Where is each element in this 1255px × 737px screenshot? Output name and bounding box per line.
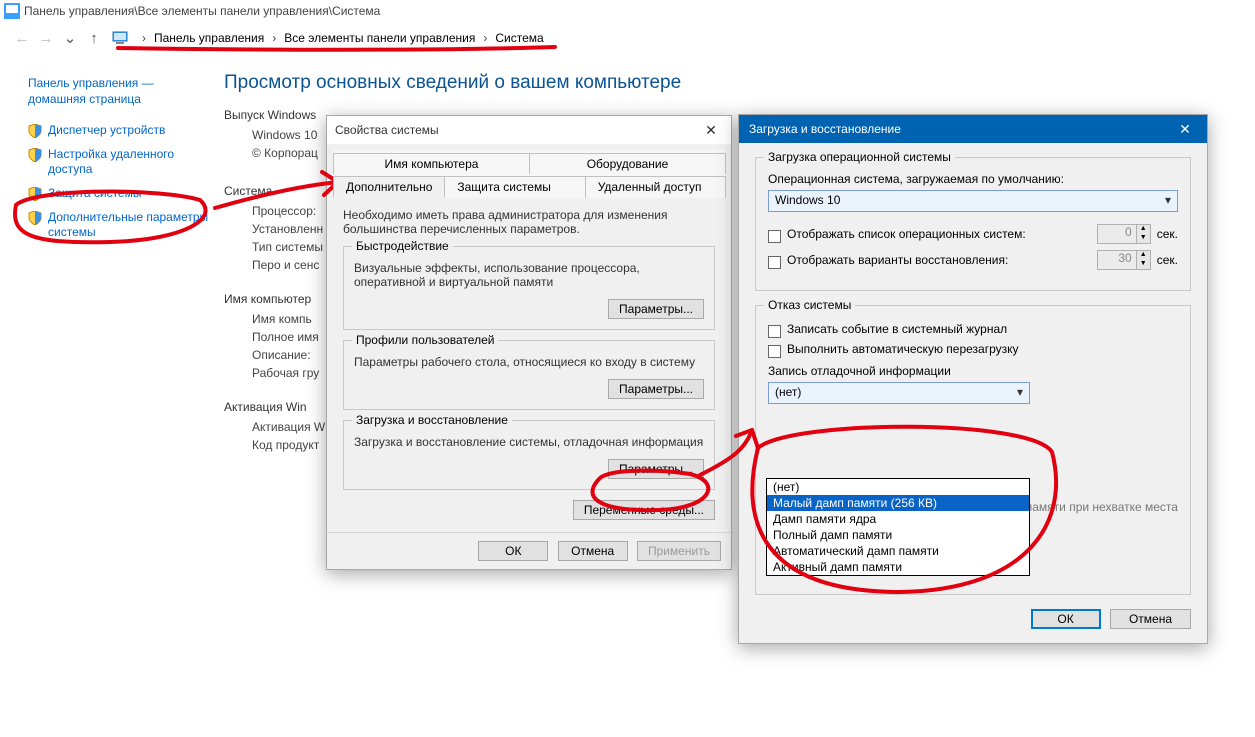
computer-icon [112, 30, 130, 46]
performance-settings-button[interactable]: Параметры... [608, 299, 704, 319]
group-text: Загрузка и восстановление системы, отлад… [354, 435, 704, 449]
group-title: Загрузка и восстановление [352, 413, 512, 427]
tab-hardware[interactable]: Оборудование [529, 153, 726, 174]
sidebar-item-label: Защита системы [48, 186, 141, 202]
default-os-label: Операционная система, загружаемая по умо… [768, 172, 1178, 186]
env-vars-button[interactable]: Переменные среды... [573, 500, 715, 520]
unit: сек. [1157, 227, 1178, 241]
tab-advanced[interactable]: Дополнительно [333, 176, 445, 198]
tab-remote[interactable]: Удаленный доступ [585, 176, 726, 198]
dialog-buttons: ОК Отмена Применить [327, 532, 731, 569]
dump-type-value: (нет) [775, 385, 801, 399]
auto-restart-label: Выполнить автоматическую перезагрузку [787, 342, 1019, 356]
cancel-button[interactable]: Отмена [1110, 609, 1191, 629]
bc-sep: › [272, 31, 276, 45]
shield-icon [28, 187, 42, 201]
dump-option[interactable]: Автоматический дамп памяти [767, 543, 1029, 559]
sidebar-advanced[interactable]: Дополнительные параметры системы [28, 210, 212, 241]
breadcrumb-2[interactable]: Все элементы панели управления [284, 31, 475, 45]
spinner[interactable]: ▲▼ [1137, 250, 1151, 270]
tab-protection[interactable]: Защита системы [444, 176, 585, 198]
page-title: Просмотр основных сведений о вашем компь… [224, 72, 1255, 94]
write-event-checkbox[interactable] [768, 325, 781, 338]
profiles-settings-button[interactable]: Параметры... [608, 379, 704, 399]
breadcrumb-1[interactable]: Панель управления [154, 31, 264, 45]
shield-icon [28, 211, 42, 225]
cancel-button[interactable]: Отмена [558, 541, 628, 561]
sidebar: Панель управления — домашняя страница Ди… [0, 54, 220, 737]
tab-computer-name[interactable]: Имя компьютера [333, 153, 530, 174]
default-os-select[interactable]: Windows 10 [768, 190, 1178, 212]
write-event-label: Записать событие в системный журнал [787, 322, 1007, 336]
breadcrumb-3[interactable]: Система [495, 31, 543, 45]
dump-option[interactable]: (нет) [767, 479, 1029, 495]
dump-option[interactable]: Дамп памяти ядра [767, 511, 1029, 527]
sidebar-item-label: Дополнительные параметры системы [48, 210, 212, 241]
show-recovery-checkbox[interactable] [768, 256, 781, 269]
startup-settings-button[interactable]: Параметры... [608, 459, 704, 479]
ok-button[interactable]: ОК [478, 541, 548, 561]
close-icon[interactable]: ✕ [699, 116, 723, 144]
tabs: Имя компьютера Оборудование Дополнительн… [333, 150, 725, 198]
app-icon [4, 3, 20, 19]
show-os-list-label: Отображать список операционных систем: [787, 227, 1026, 241]
unit: сек. [1157, 253, 1178, 267]
group-profiles: Профили пользователей Параметры рабочего… [343, 340, 715, 410]
shield-icon [28, 148, 42, 162]
window-titlebar: Панель управления\Все элементы панели уп… [0, 0, 1255, 22]
group-startup-recovery: Загрузка и восстановление Загрузка и вос… [343, 420, 715, 490]
dump-label: Запись отладочной информации [768, 364, 1178, 378]
group-title: Профили пользователей [352, 333, 498, 347]
nav-back-icon[interactable]: ← [14, 30, 30, 47]
show-os-list-checkbox[interactable] [768, 230, 781, 243]
apply-button[interactable]: Применить [637, 541, 721, 561]
recovery-seconds-input[interactable]: 30 [1097, 250, 1137, 270]
bc-sep: › [483, 31, 487, 45]
bc-sep: › [142, 31, 146, 45]
dialog-buttons: ОК Отмена [755, 609, 1191, 629]
group-os-boot: Загрузка операционной системы Операционн… [755, 157, 1191, 291]
sidebar-item-label: Диспетчер устройств [48, 123, 165, 139]
spinner[interactable]: ▲▼ [1137, 224, 1151, 244]
shield-icon [28, 124, 42, 138]
sidebar-device-manager[interactable]: Диспетчер устройств [28, 123, 212, 139]
nav-recent-icon[interactable]: ⌄ [62, 29, 78, 47]
group-text: Параметры рабочего стола, относящиеся ко… [354, 355, 704, 369]
sidebar-item-label: Настройка удаленного доступа [48, 147, 212, 178]
dump-option-selected[interactable]: Малый дамп памяти (256 КВ) [767, 495, 1029, 511]
group-title: Загрузка операционной системы [764, 150, 955, 164]
os-list-seconds-input[interactable]: 0 [1097, 224, 1137, 244]
dump-type-select[interactable]: (нет) [768, 382, 1030, 404]
address-bar: ← → ⌄ ↑ › Панель управления › Все элемен… [0, 22, 1255, 54]
group-text: Визуальные эффекты, использование процес… [354, 261, 704, 289]
dump-type-dropdown[interactable]: (нет) Малый дамп памяти (256 КВ) Дамп па… [766, 478, 1030, 576]
dialog-titlebar[interactable]: Загрузка и восстановление ✕ [739, 115, 1207, 143]
nav-up-icon[interactable]: ↑ [86, 30, 102, 47]
group-title: Отказ системы [764, 298, 855, 312]
window-title: Панель управления\Все элементы панели уп… [24, 0, 380, 22]
dialog-system-properties: Свойства системы ✕ Имя компьютера Оборуд… [326, 115, 732, 570]
dialog-titlebar[interactable]: Свойства системы ✕ [327, 116, 731, 144]
group-performance: Быстродействие Визуальные эффекты, испол… [343, 246, 715, 330]
dialog-title: Свойства системы [335, 116, 439, 144]
show-recovery-label: Отображать варианты восстановления: [787, 253, 1008, 267]
dump-option[interactable]: Полный дамп памяти [767, 527, 1029, 543]
sidebar-protection[interactable]: Защита системы [28, 186, 212, 202]
close-icon[interactable]: ✕ [1173, 115, 1197, 143]
nav-forward-icon[interactable]: → [38, 30, 54, 47]
ok-button[interactable]: ОК [1031, 609, 1101, 629]
admin-hint: Необходимо иметь права администратора дл… [343, 208, 715, 236]
auto-restart-checkbox[interactable] [768, 345, 781, 358]
group-title: Быстродействие [352, 239, 453, 253]
default-os-value: Windows 10 [775, 193, 840, 207]
dump-option[interactable]: Активный дамп памяти [767, 559, 1029, 575]
sidebar-remote[interactable]: Настройка удаленного доступа [28, 147, 212, 178]
dialog-title: Загрузка и восстановление [749, 115, 901, 143]
sidebar-home[interactable]: Панель управления — домашняя страница [28, 76, 212, 107]
